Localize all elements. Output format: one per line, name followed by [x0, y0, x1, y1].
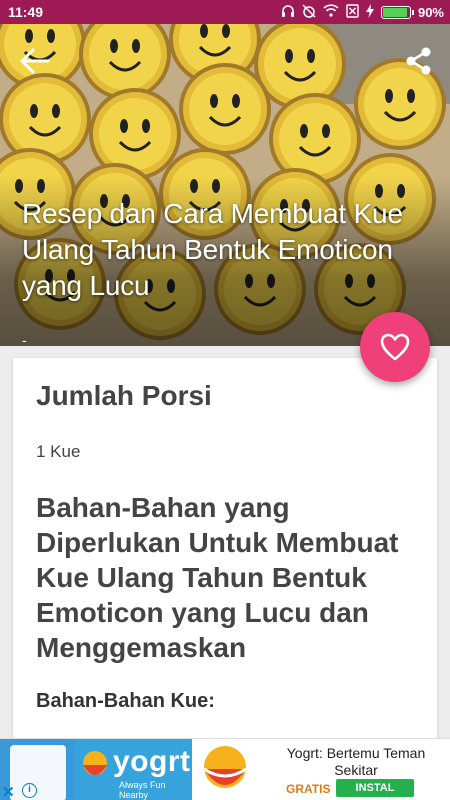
hero-header: Resep dan Cara Membuat Kue Ulang Tahun B…	[0, 24, 450, 346]
arrow-left-icon	[20, 48, 50, 74]
battery-icon	[380, 5, 414, 19]
recipe-title: Resep dan Cara Membuat Kue Ulang Tahun B…	[22, 198, 403, 301]
status-bar: 11:49 90%	[0, 0, 450, 24]
alarm-off-icon	[302, 3, 316, 21]
favorite-button[interactable]	[360, 312, 430, 382]
yogrt-mascot-icon	[83, 751, 107, 775]
clock: 11:49	[8, 4, 44, 20]
ad-brand-panel: yogrt Always Fun Nearby	[75, 739, 192, 800]
ad-brand-name: yogrt	[113, 745, 191, 778]
ingredients-heading: Bahan-Bahan yang Diperlukan Untuk Membua…	[36, 492, 399, 663]
headphones-icon	[281, 4, 295, 21]
ad-title: Yogrt: Bertemu Teman Sekitar	[286, 745, 426, 778]
no-sim-icon	[346, 3, 359, 21]
ad-price: GRATIS	[286, 782, 331, 796]
recipe-subtitle: -	[22, 332, 27, 346]
ad-install-button[interactable]: INSTAL	[336, 779, 414, 797]
cake-ingredients-subheading: Bahan-Bahan Kue:	[36, 690, 215, 712]
recipe-card: Jumlah Porsi 1 Kue Bahan-Bahan yang Dipe…	[13, 358, 437, 758]
charging-icon	[365, 3, 374, 21]
battery-percent: 90%	[417, 4, 444, 20]
heart-icon	[380, 333, 410, 361]
status-icons: 90%	[281, 3, 444, 21]
ad-banner[interactable]: ✕ i yogrt Always Fun Nearby Yogrt: Berte…	[0, 738, 450, 800]
yogrt-app-logo-icon	[203, 746, 247, 788]
portion-value: 1 Kue	[36, 442, 81, 461]
share-button[interactable]	[404, 46, 434, 76]
ad-close-button[interactable]: ✕	[2, 783, 15, 800]
ad-brand-tagline: Always Fun Nearby	[119, 780, 166, 800]
ad-info-icon[interactable]: i	[22, 783, 37, 798]
back-button[interactable]	[18, 46, 52, 76]
share-icon	[406, 47, 431, 75]
portion-heading: Jumlah Porsi	[36, 380, 212, 411]
wifi-icon	[323, 4, 339, 20]
